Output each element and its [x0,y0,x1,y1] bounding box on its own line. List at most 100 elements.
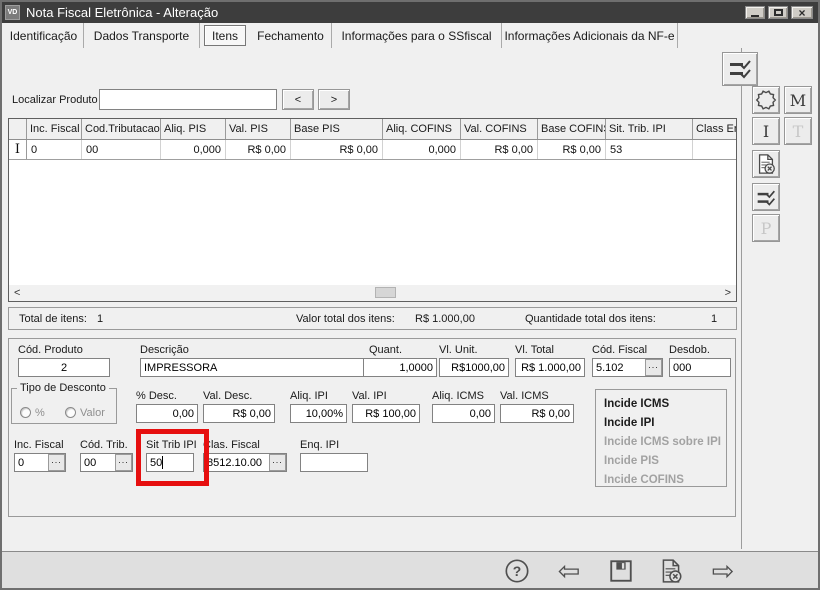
close-icon: × [798,8,805,18]
aliq-ipi-field: Aliq. IPI [290,390,347,423]
grid-header-cell[interactable]: Val. PIS [226,119,291,139]
grid-header-cell[interactable]: Inc. Fiscal [27,119,82,139]
val-icms-label: Val. ICMS [500,390,574,402]
scroll-right-arrow[interactable]: > [725,287,731,299]
grid-header-cell[interactable]: Base COFINS [538,119,606,139]
aliq-ipi-input[interactable] [290,404,347,423]
vl-unit-input[interactable] [439,358,509,377]
previous-item-button[interactable]: < [282,89,314,110]
letter-m-icon: M [790,91,806,110]
cancel-document-button[interactable] [656,556,686,586]
content-side-separator [741,48,742,549]
val-desc-label: Val. Desc. [203,390,275,402]
help-button[interactable]: ? [502,556,532,586]
grid-header: Inc. Fiscal Cod.Tributacao Aliq. PIS Val… [9,119,736,140]
aliq-ipi-label: Aliq. IPI [290,390,347,402]
tab-fechamento[interactable]: Fechamento [250,23,332,48]
forward-button[interactable]: ⇨ [708,556,738,586]
grid-header-cell[interactable]: Cod.Tributacao [82,119,161,139]
grid-header-cell[interactable]: Sit. Trib. IPI [606,119,693,139]
inc-fiscal-label: Inc. Fiscal [14,439,66,451]
vl-total-input[interactable] [515,358,585,377]
cod-produto-input[interactable] [18,358,110,377]
sit-trib-ipi-input[interactable] [146,453,194,472]
app-icon: VD [5,5,20,20]
close-button[interactable]: × [791,6,813,19]
desdob-input[interactable] [669,358,731,377]
tab-informacoes-ssfiscal[interactable]: Informações para o SSfiscal [332,23,502,48]
val-desc-input[interactable] [203,404,275,423]
confirm-side-button[interactable] [752,183,780,211]
side-button-m[interactable]: M [784,86,812,114]
cancel-item-button[interactable] [752,150,780,178]
incide-panel: Incide ICMS Incide IPI Incide ICMS sobre… [595,389,727,487]
grid-header-cell[interactable]: Class End [693,119,736,139]
val-icms-field: Val. ICMS [500,390,574,423]
tabstrip: Identificação Dados Transporte Itens Fec… [2,23,818,48]
descricao-field: Descrição [140,344,367,377]
val-ipi-input[interactable] [352,404,420,423]
descricao-input[interactable] [140,358,367,377]
seal-button[interactable] [752,86,780,114]
tab-informacoes-adicionais-nfe[interactable]: Informações Adicionais da NF-e [502,23,678,48]
cell-inc-fiscal: 0 [27,140,82,159]
val-ipi-label: Val. IPI [352,390,420,402]
grid-header-cell[interactable]: Val. COFINS [461,119,538,139]
val-icms-input[interactable] [500,404,574,423]
bottom-toolbar: ? ⇦ ⇨ [2,551,818,588]
grid-hscrollbar[interactable]: < > [9,285,736,301]
back-button[interactable]: ⇦ [554,556,584,586]
cod-fiscal-label: Cód. Fiscal [592,344,663,356]
text-caret [162,456,163,469]
incide-icms: Incide ICMS [604,395,726,414]
tab-itens[interactable]: Itens [204,25,246,46]
cod-trib-lookup-button[interactable]: ... [115,454,132,471]
cell-base-pis: R$ 0,00 [291,140,383,159]
totals-bar: Total de itens: 1 Valor total dos itens:… [8,307,737,330]
tab-label: Fechamento [257,29,324,43]
arrow-left-icon: ⇦ [558,557,581,585]
quant-input[interactable] [363,358,437,377]
cod-fiscal-lookup-button[interactable]: ... [645,359,662,376]
cod-trib-field: Cód. Trib. ... [80,439,133,472]
side-button-i[interactable]: I [752,117,780,145]
save-button[interactable] [606,556,636,586]
localizar-produto-input[interactable] [99,89,277,110]
document-x-icon [755,153,777,175]
letter-p-icon: P [761,219,772,238]
cod-fiscal-field: Cód. Fiscal ... [592,344,663,377]
total-items-label: Total de itens: [19,313,87,325]
grid-header-cell[interactable]: Aliq. COFINS [383,119,461,139]
radio-circle-icon [65,407,76,418]
cell-aliq-pis: 0,000 [161,140,226,159]
svg-text:?: ? [513,563,522,579]
incide-pis: Incide PIS [604,452,726,471]
radio-percent[interactable]: % [20,404,45,422]
tab-identificacao[interactable]: Identificação [4,23,84,48]
clas-fiscal-lookup-button[interactable]: ... [269,454,286,471]
enq-ipi-input[interactable] [300,453,368,472]
aliq-icms-input[interactable] [432,404,495,423]
scroll-thumb[interactable] [375,287,396,298]
maximize-button[interactable] [768,6,788,19]
inc-fiscal-lookup-button[interactable]: ... [48,454,65,471]
minimize-icon [751,15,759,17]
scroll-left-arrow[interactable]: < [14,287,20,299]
total-qty-value: 1 [711,313,717,325]
grid-header-cell[interactable]: Aliq. PIS [161,119,226,139]
val-ipi-field: Val. IPI [352,390,420,423]
side-button-t-disabled: T [784,117,812,145]
question-icon: ? [504,558,530,584]
pct-desc-input[interactable] [136,404,198,423]
tab-dados-transporte[interactable]: Dados Transporte [84,23,200,48]
incide-ipi: Incide IPI [604,414,726,433]
radio-valor[interactable]: Valor [65,404,105,422]
next-item-button[interactable]: > [318,89,350,110]
table-row[interactable]: I 0 00 0,000 R$ 0,00 R$ 0,00 0,000 R$ 0,… [9,140,736,160]
tab-label: Identificação [10,29,77,43]
minimize-button[interactable] [745,6,765,19]
grid-header-cell[interactable]: Base PIS [291,119,383,139]
confirm-items-button[interactable] [722,52,758,86]
floppy-icon [608,558,634,584]
rosette-icon [753,87,779,113]
